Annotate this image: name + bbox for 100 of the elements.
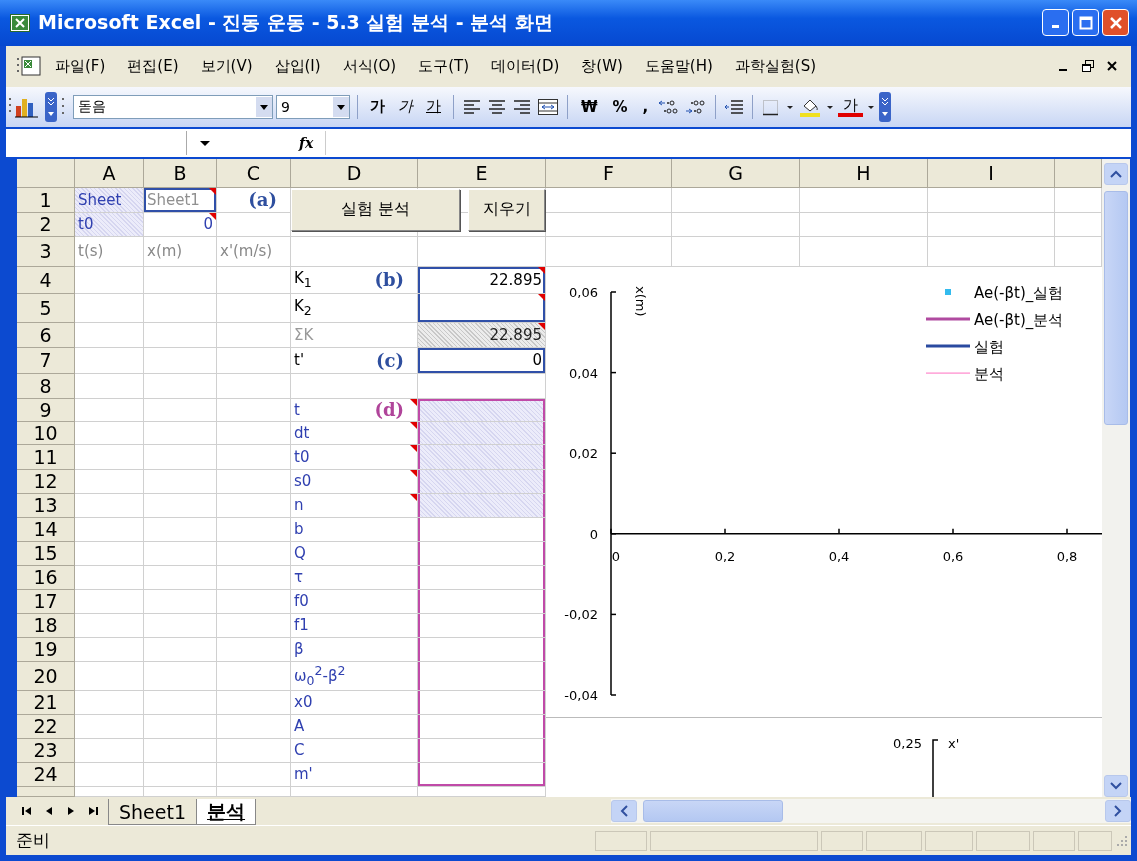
legend-label: Ae(-βt)_분석	[974, 310, 1064, 329]
menu-item[interactable]: 데이터(D)	[482, 54, 569, 78]
cell-text: f0	[294, 592, 310, 611]
font-color-button[interactable]: 가	[838, 97, 864, 117]
legend-label: 분석	[974, 364, 1004, 383]
tick-label: 0,06	[569, 284, 598, 300]
row-header[interactable]: 4	[17, 266, 75, 294]
row-header[interactable]: 19	[17, 637, 75, 662]
cell-text: n	[294, 496, 305, 515]
tick-label: 0,02	[569, 445, 598, 461]
bold-button[interactable]: 가	[365, 97, 390, 117]
cell-text: t(s)	[78, 242, 105, 261]
cell-text: 0	[531, 351, 542, 370]
row-header[interactable]: 21	[17, 690, 75, 715]
status-text: 준비	[16, 829, 50, 853]
percent-button[interactable]: %	[606, 98, 634, 116]
tick-label: 0,4	[828, 548, 850, 564]
row-header[interactable]: 13	[17, 493, 75, 518]
sheet-tab[interactable]: Sheet1	[108, 799, 198, 826]
row-header[interactable]: 5	[17, 293, 75, 323]
cell-text: t'	[294, 351, 305, 370]
font-name-field[interactable]: 돋음	[73, 95, 273, 119]
row-header[interactable]: 17	[17, 589, 75, 614]
tick-label: 0,04	[569, 365, 598, 381]
row-header[interactable]: 14	[17, 517, 75, 542]
menu-item[interactable]: 보기(V)	[191, 54, 262, 78]
cell-text: Sheet1	[147, 190, 201, 209]
currency-button[interactable]: ₩	[575, 98, 604, 116]
callout-label: (b)	[374, 269, 405, 291]
cell-text: f1	[294, 616, 310, 635]
row-header[interactable]: 3	[17, 236, 75, 267]
clear-button[interactable]: 지우기	[468, 188, 545, 231]
row-header[interactable]: 10	[17, 421, 75, 445]
cell-text: A	[294, 717, 306, 736]
column-header[interactable]: A	[75, 158, 144, 188]
italic-button[interactable]: 가	[393, 97, 418, 117]
cell-text: b	[294, 520, 305, 539]
font-size-field[interactable]: 9	[276, 95, 350, 119]
cell-text: x(m)	[147, 242, 184, 261]
row-header[interactable]: 9	[17, 398, 75, 422]
tick-label: 0,8	[1056, 548, 1078, 564]
row-header[interactable]: 12	[17, 469, 75, 494]
tick-label: -0,04	[564, 687, 598, 703]
column-header[interactable]: D	[291, 158, 418, 188]
menu-item[interactable]: 창(W)	[572, 54, 632, 78]
cell-text: Sheet	[78, 190, 123, 209]
menu-item[interactable]: 도구(T)	[409, 54, 479, 78]
underline-button[interactable]: 가	[421, 97, 446, 117]
row-header[interactable]: 24	[17, 762, 75, 787]
cell-text: m'	[294, 765, 314, 784]
row-header[interactable]: 6	[17, 322, 75, 348]
menu-item[interactable]: 과학실험(S)	[725, 54, 826, 78]
cell-text: K$_{1}$	[294, 269, 313, 291]
menu-item[interactable]: 편집(E)	[118, 54, 188, 78]
menu-item[interactable]: 서식(O)	[333, 54, 406, 78]
callout-label: (a)	[248, 189, 278, 211]
row-header[interactable]: 7	[17, 347, 75, 374]
row-header[interactable]: 18	[17, 613, 75, 638]
cell-text: t0	[294, 447, 311, 466]
row-header[interactable]: 22	[17, 714, 75, 739]
insert-function-button[interactable]: fx	[223, 134, 326, 151]
sheet-tab[interactable]: 분석	[196, 799, 257, 826]
tick-label: 0	[611, 548, 621, 564]
row-header[interactable]: 23	[17, 738, 75, 763]
cell-text: s0	[294, 472, 313, 491]
cell-text: x'(m/s)	[220, 242, 274, 261]
cell-text: 22.895	[488, 325, 542, 344]
row-header[interactable]: 11	[17, 444, 75, 470]
column-header[interactable]: I	[928, 158, 1055, 188]
row-header[interactable]: 1	[17, 187, 75, 213]
legend-label: 실험	[974, 337, 1004, 356]
cell-text: K$_{2}$	[294, 297, 313, 319]
axis-title: x'	[948, 735, 960, 751]
cell-text: Q	[294, 544, 307, 563]
cell-text: dt	[294, 423, 311, 442]
row-header[interactable]: 2	[17, 212, 75, 237]
cell-text: 22.895	[488, 270, 542, 289]
window-title: Microsoft Excel - 진동 운동 - 5.3 실험 분석 - 분석 화면	[38, 9, 553, 35]
analyze-button[interactable]: 실험 분석	[291, 188, 460, 231]
column-header[interactable]: H	[800, 158, 928, 188]
menu-item[interactable]: 도움말(H)	[635, 54, 722, 78]
row-header[interactable]: 15	[17, 541, 75, 566]
cell-text: 0	[202, 215, 213, 234]
column-header[interactable]: F	[546, 158, 672, 188]
row-header[interactable]: 8	[17, 373, 75, 399]
column-header[interactable]: B	[144, 158, 217, 188]
callout-label: (c)	[376, 349, 405, 371]
tick-label: 0,2	[714, 548, 736, 564]
menu-item[interactable]: 삽입(I)	[265, 54, 330, 78]
row-header[interactable]: 16	[17, 565, 75, 590]
row-header[interactable]: 20	[17, 661, 75, 691]
comma-style-button[interactable]: ,	[636, 98, 655, 116]
column-header[interactable]: E	[418, 158, 546, 188]
axis-title: x(m)	[633, 285, 648, 317]
tick-label: 0,25	[893, 735, 922, 751]
cell-text: C	[294, 741, 306, 760]
menu-item[interactable]: 파일(F)	[46, 54, 115, 78]
cell-text: β	[294, 640, 305, 659]
column-header[interactable]: G	[672, 158, 800, 188]
column-header[interactable]: C	[217, 158, 291, 188]
